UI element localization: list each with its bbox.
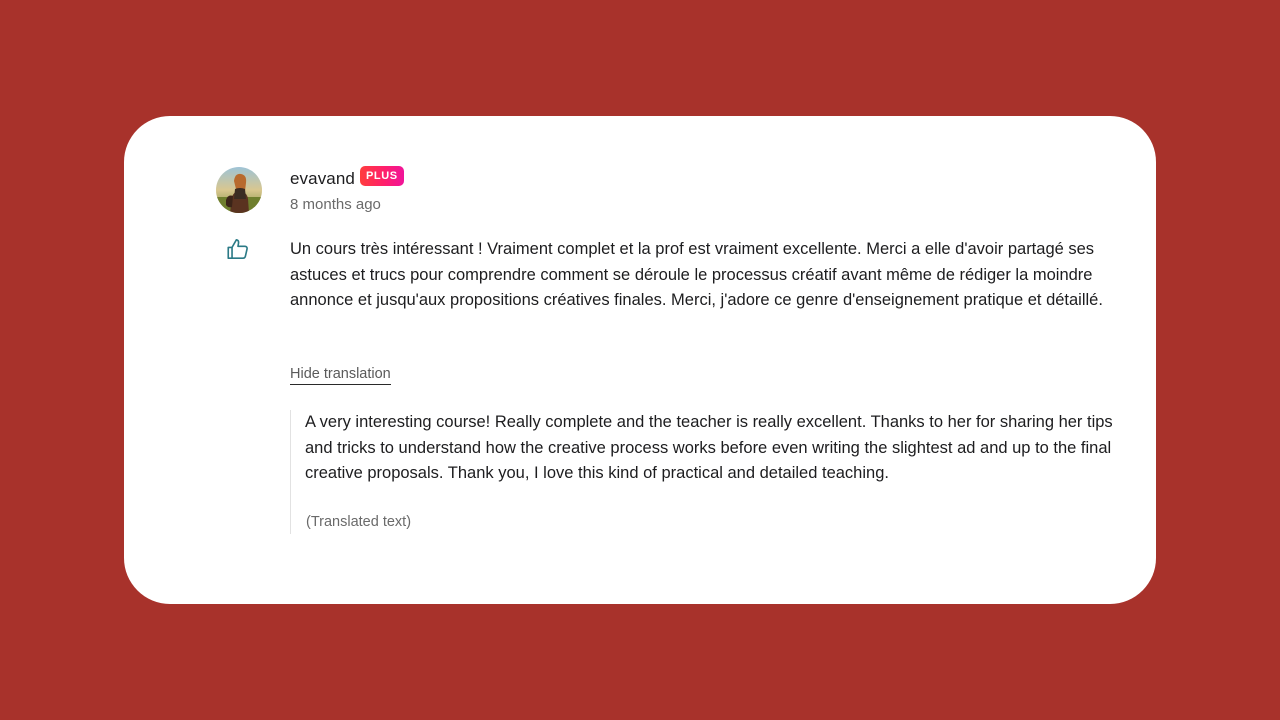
translated-text-note: (Translated text) <box>306 514 412 530</box>
translation-block: A very interesting course! Really comple… <box>290 410 1130 534</box>
review-translated-text: A very interesting course! Really comple… <box>305 413 1113 482</box>
username[interactable]: evavand <box>290 169 355 189</box>
plus-badge: PLUS <box>359 165 404 186</box>
author-row: evavand PLUS <box>290 165 404 190</box>
like-button[interactable] <box>225 236 251 262</box>
thumbs-up-icon <box>227 238 248 260</box>
hide-translation-link[interactable]: Hide translation <box>290 366 391 385</box>
review-timestamp: 8 months ago <box>290 196 381 213</box>
user-avatar[interactable] <box>216 167 262 213</box>
review-card: evavand PLUS 8 months ago Un cours très … <box>124 116 1156 604</box>
review-original-text: Un cours très intéressant ! Vraiment com… <box>290 240 1103 309</box>
avatar-image <box>216 167 262 213</box>
